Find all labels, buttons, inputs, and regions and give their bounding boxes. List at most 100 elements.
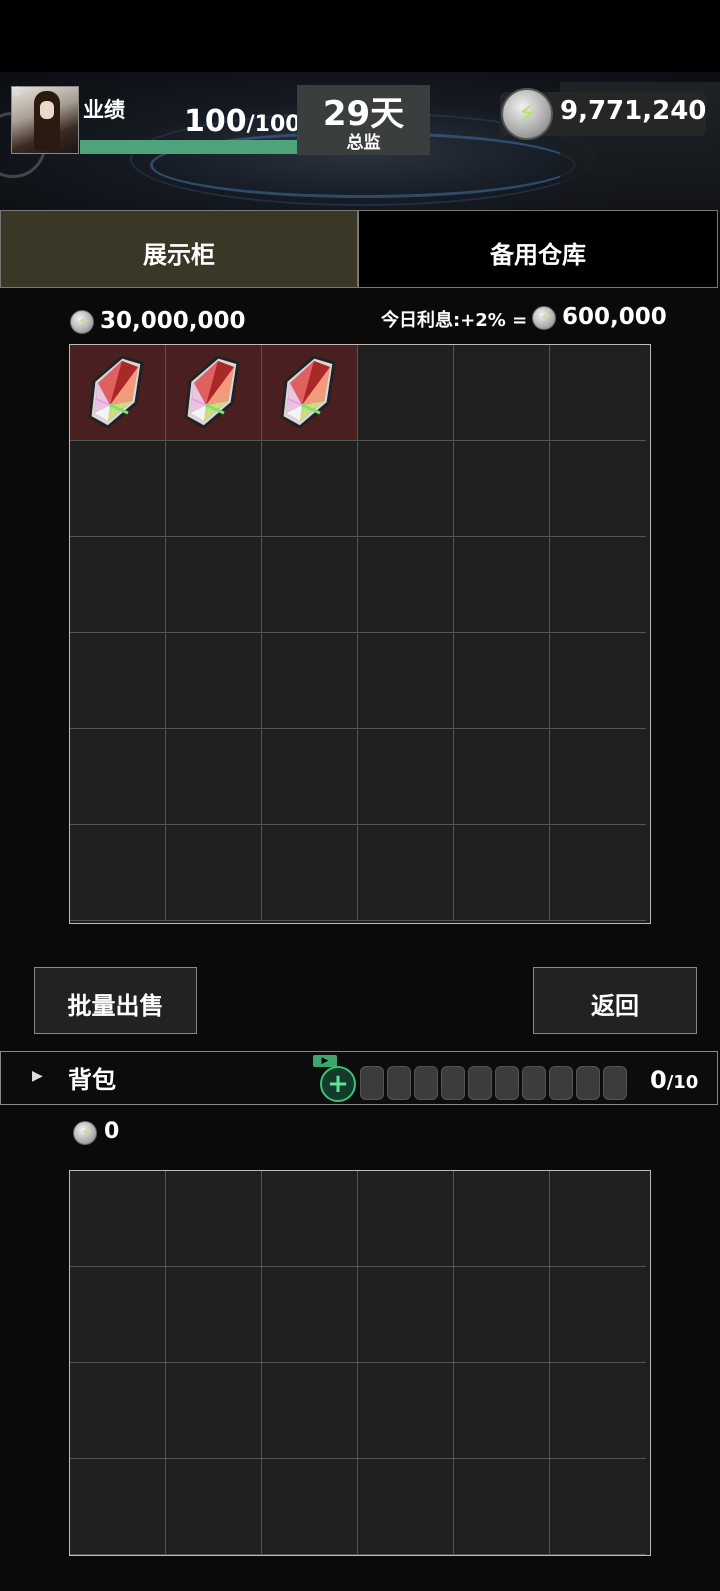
add-slot-button[interactable]: + (320, 1066, 356, 1102)
batch-sell-button[interactable]: 批量出售 (34, 967, 197, 1034)
backpack-cell[interactable] (550, 1363, 646, 1459)
display-case-cell[interactable] (454, 825, 550, 921)
backpack-cell[interactable] (262, 1459, 358, 1555)
display-total-value: 30,000,000 (100, 308, 246, 334)
display-case-cell[interactable] (262, 345, 358, 441)
backpack-cell[interactable] (262, 1171, 358, 1267)
backpack-capacity: /10 (666, 1072, 699, 1093)
backpack-slot-indicator (495, 1066, 519, 1100)
display-case-cell[interactable] (550, 441, 646, 537)
display-case-cell[interactable] (166, 537, 262, 633)
display-case-cell[interactable] (166, 729, 262, 825)
backpack-slot-indicator (522, 1066, 546, 1100)
display-case-cell[interactable] (166, 825, 262, 921)
display-case-cell[interactable] (550, 825, 646, 921)
display-case-cell[interactable] (70, 441, 166, 537)
backpack-cell[interactable] (70, 1171, 166, 1267)
display-case-cell[interactable] (70, 825, 166, 921)
lightning-coin-icon: ⚡ (532, 306, 556, 330)
crystal-gem-icon (84, 353, 150, 431)
display-case-cell[interactable] (70, 537, 166, 633)
display-case-cell[interactable] (358, 441, 454, 537)
performance-label: 业绩 (83, 98, 125, 122)
plus-icon: + (327, 1069, 349, 1099)
backpack-slot-indicator (603, 1066, 627, 1100)
display-case-cell[interactable] (454, 729, 550, 825)
display-case-cell[interactable] (550, 633, 646, 729)
backpack-slot-indicator (360, 1066, 384, 1100)
display-case-cell[interactable] (262, 633, 358, 729)
display-case-cell[interactable] (550, 729, 646, 825)
display-case-cell[interactable] (454, 345, 550, 441)
display-case-cell[interactable] (454, 537, 550, 633)
backpack-slot-indicator (576, 1066, 600, 1100)
backpack-cell[interactable] (550, 1171, 646, 1267)
display-case-cell[interactable] (358, 345, 454, 441)
backpack-slot-indicator (414, 1066, 438, 1100)
display-case-grid (69, 344, 651, 924)
display-case-cell[interactable] (262, 537, 358, 633)
display-case-cell[interactable] (166, 441, 262, 537)
display-case-cell[interactable] (70, 729, 166, 825)
display-case-cell[interactable] (358, 633, 454, 729)
display-case-cell[interactable] (454, 441, 550, 537)
backpack-cell[interactable] (454, 1459, 550, 1555)
performance-bar-fill (80, 140, 300, 154)
display-case-cell[interactable] (550, 345, 646, 441)
backpack-cell[interactable] (166, 1363, 262, 1459)
backpack-cell[interactable] (166, 1171, 262, 1267)
performance-current: 100 (184, 104, 247, 139)
backpack-cell[interactable] (262, 1363, 358, 1459)
display-case-cell[interactable] (358, 537, 454, 633)
display-case-cell[interactable] (550, 537, 646, 633)
backpack-used: 0 (650, 1066, 667, 1094)
backpack-cell[interactable] (358, 1363, 454, 1459)
backpack-cell[interactable] (166, 1267, 262, 1363)
backpack-cell[interactable] (550, 1459, 646, 1555)
display-case-cell[interactable] (70, 633, 166, 729)
performance-value: 100/100 (184, 104, 301, 139)
backpack-cell[interactable] (358, 1171, 454, 1267)
video-ad-icon: ▶ (313, 1055, 337, 1067)
display-case-cell[interactable] (358, 729, 454, 825)
backpack-cell[interactable] (262, 1267, 358, 1363)
backpack-title: 背包 (68, 1066, 116, 1094)
backpack-cell[interactable] (358, 1459, 454, 1555)
backpack-cell[interactable] (70, 1267, 166, 1363)
backpack-cell[interactable] (454, 1171, 550, 1267)
display-case-cell[interactable] (262, 825, 358, 921)
display-case-cell[interactable] (166, 633, 262, 729)
tab-backup-storage[interactable]: 备用仓库 (358, 210, 718, 288)
display-case-cell[interactable] (454, 633, 550, 729)
batch-sell-label: 批量出售 (67, 992, 164, 1020)
performance-bar (80, 140, 300, 154)
lightning-coin-icon: ⚡ (70, 310, 94, 334)
backpack-cell[interactable] (358, 1267, 454, 1363)
backpack-count: 0/10 (650, 1066, 698, 1094)
backpack-slot-indicator (549, 1066, 573, 1100)
crystal-gem-icon (276, 353, 342, 431)
backpack-cell[interactable] (166, 1459, 262, 1555)
display-case-cell[interactable] (166, 345, 262, 441)
display-case-cell[interactable] (262, 729, 358, 825)
backpack-cell[interactable] (70, 1459, 166, 1555)
interest-value: 600,000 (562, 304, 667, 330)
backpack-cell[interactable] (454, 1267, 550, 1363)
display-case-cell[interactable] (70, 345, 166, 441)
money-amount: 9,771,240 (560, 96, 707, 126)
backpack-slot-indicator (387, 1066, 411, 1100)
back-button[interactable]: 返回 (533, 967, 697, 1034)
backpack-cell[interactable] (70, 1363, 166, 1459)
display-case-cell[interactable] (358, 825, 454, 921)
status-bar (0, 0, 720, 72)
performance-max: /100 (246, 112, 301, 137)
tab-display-case-label: 展示柜 (143, 241, 215, 269)
tab-display-case[interactable]: 展示柜 (0, 210, 358, 288)
expand-arrow-icon[interactable]: ▶ (32, 1068, 43, 1084)
back-label: 返回 (591, 992, 639, 1020)
display-case-cell[interactable] (262, 441, 358, 537)
backpack-cell[interactable] (550, 1267, 646, 1363)
gear-icon[interactable]: ✲ (12, 85, 23, 100)
backpack-slot-indicator (468, 1066, 492, 1100)
backpack-cell[interactable] (454, 1363, 550, 1459)
